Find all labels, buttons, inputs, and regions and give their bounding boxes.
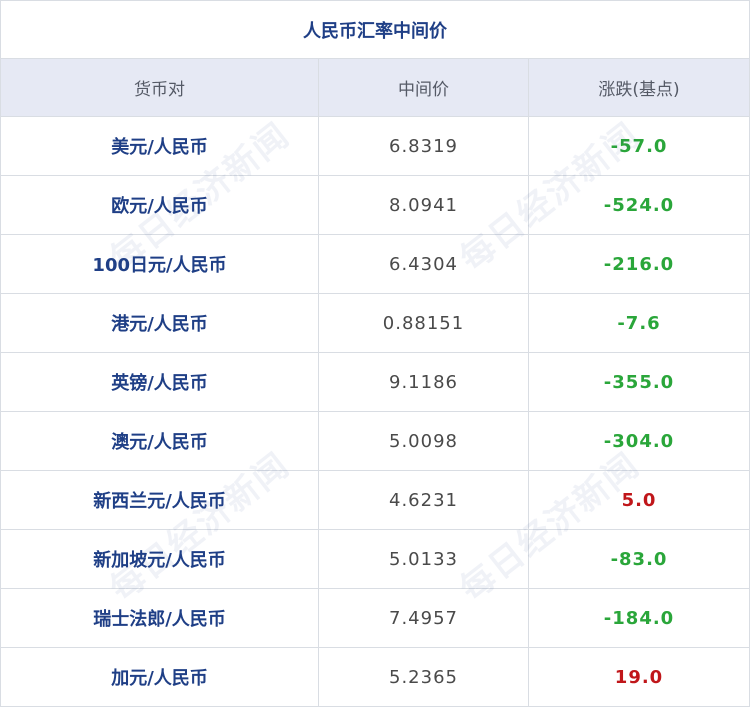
column-header-pair: 货币对: [0, 58, 319, 117]
mid-rate: 6.4304: [318, 234, 529, 294]
rate-change: -184.0: [527, 588, 750, 648]
table-row: 加元/人民币 5.2365 19.0: [0, 647, 750, 707]
currency-pair: 新加坡元/人民币: [0, 529, 319, 589]
mid-rate: 8.0941: [318, 175, 529, 235]
table-row: 新西兰元/人民币 4.6231 5.0: [0, 470, 750, 530]
rate-change: -304.0: [527, 411, 750, 471]
rate-change: -7.6: [527, 293, 750, 353]
table-row: 欧元/人民币 8.0941 -524.0: [0, 175, 750, 235]
mid-rate: 4.6231: [318, 470, 529, 530]
table-title-row: 人民币汇率中间价: [0, 0, 750, 59]
table-row: 100日元/人民币 6.4304 -216.0: [0, 234, 750, 294]
exchange-rate-table: 人民币汇率中间价 货币对 中间价 涨跌(基点) 美元/人民币 6.8319 -5…: [0, 0, 750, 707]
table-row: 英镑/人民币 9.1186 -355.0: [0, 352, 750, 412]
table-row: 澳元/人民币 5.0098 -304.0: [0, 411, 750, 471]
mid-rate: 5.2365: [318, 647, 529, 707]
mid-rate: 5.0098: [318, 411, 529, 471]
currency-pair: 英镑/人民币: [0, 352, 319, 412]
currency-pair: 新西兰元/人民币: [0, 470, 319, 530]
table-row: 新加坡元/人民币 5.0133 -83.0: [0, 529, 750, 589]
rate-change: -524.0: [527, 175, 750, 235]
mid-rate: 9.1186: [318, 352, 529, 412]
currency-pair: 加元/人民币: [0, 647, 319, 707]
table-title: 人民币汇率中间价: [0, 0, 750, 59]
rate-change: -216.0: [527, 234, 750, 294]
currency-pair: 港元/人民币: [0, 293, 319, 353]
mid-rate: 7.4957: [318, 588, 529, 648]
currency-pair: 美元/人民币: [0, 116, 319, 176]
column-header-change: 涨跌(基点): [527, 58, 750, 117]
table-row: 美元/人民币 6.8319 -57.0: [0, 116, 750, 176]
currency-pair: 澳元/人民币: [0, 411, 319, 471]
rate-change: 5.0: [527, 470, 750, 530]
table-row: 瑞士法郎/人民币 7.4957 -184.0: [0, 588, 750, 648]
rate-table-panel: 人民币汇率中间价 货币对 中间价 涨跌(基点) 美元/人民币 6.8319 -5…: [0, 0, 750, 708]
table-row: 港元/人民币 0.88151 -7.6: [0, 293, 750, 353]
mid-rate: 0.88151: [318, 293, 529, 353]
rate-change: -57.0: [527, 116, 750, 176]
rate-change: -355.0: [527, 352, 750, 412]
currency-pair: 瑞士法郎/人民币: [0, 588, 319, 648]
mid-rate: 6.8319: [318, 116, 529, 176]
currency-pair: 欧元/人民币: [0, 175, 319, 235]
table-header-row: 货币对 中间价 涨跌(基点): [0, 58, 750, 117]
rate-change: -83.0: [527, 529, 750, 589]
currency-pair: 100日元/人民币: [0, 234, 319, 294]
rate-change: 19.0: [527, 647, 750, 707]
mid-rate: 5.0133: [318, 529, 529, 589]
column-header-mid: 中间价: [318, 58, 529, 117]
